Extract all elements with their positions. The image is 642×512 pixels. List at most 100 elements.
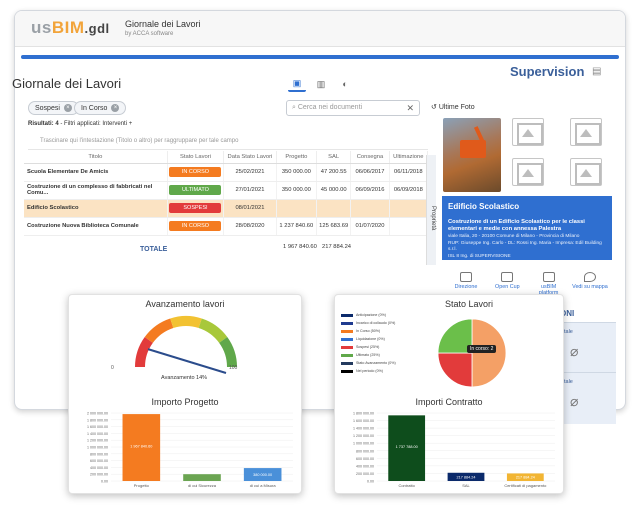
legend-swatch (341, 369, 353, 373)
column-header[interactable]: Stato Lavori (167, 151, 225, 164)
filter-chip-sospesi[interactable]: Sospesi × (28, 101, 79, 115)
y-tick-label: 2 000 000.00 (87, 412, 108, 416)
gauge-band (198, 318, 228, 344)
cup-icon (501, 272, 514, 282)
y-tick-label: 1 400 000.00 (353, 427, 374, 431)
attachment-box[interactable]: tale ⌀ (556, 322, 616, 374)
briefcase-icon (460, 272, 472, 282)
legend-item[interactable]: Ultimato (25%) (341, 351, 405, 359)
calendar-view-icon[interactable]: ▣ (288, 76, 306, 92)
x-tick-label: Certificati di pagamento (504, 483, 547, 488)
legend-label: Anticipazione (0%) (356, 313, 386, 317)
legend-swatch (341, 337, 353, 341)
view-switcher: ▣ ▥ ◐ (288, 76, 354, 92)
works-table: Titolo Stato Lavori Data Stato Lavori Pr… (24, 151, 429, 236)
y-tick-label: 1 200 000.00 (353, 434, 374, 438)
map-view-icon[interactable]: ▥ (312, 76, 330, 92)
table-row[interactable]: Costruzione Nuova Biblioteca Comunale IN… (24, 217, 429, 236)
y-tick-label: 1 200 000.00 (87, 439, 108, 443)
pie-tooltip: In corso: 2 (467, 345, 497, 353)
total-project: 1 967 840.60 (283, 244, 317, 250)
column-header[interactable]: SAL (316, 151, 352, 164)
app-title: Giornale dei Lavori (125, 19, 201, 29)
total-sal: 217 884.24 (322, 244, 352, 250)
gauge-value-label: Avanzamento 14% (161, 375, 207, 381)
chart-view-icon[interactable]: ◐ (336, 76, 354, 92)
card-description: Costruzione di un Edificio Scolastico pe… (448, 219, 585, 232)
action-direzione[interactable]: Direzione (448, 272, 484, 296)
photo-placeholder-icon[interactable] (570, 118, 602, 146)
clear-search-icon[interactable]: ✕ (406, 103, 414, 114)
table-row-selected[interactable]: Edificio Scolastico SOSPESI 08/01/2021 (24, 199, 429, 218)
properties-tab[interactable]: Proprietà (426, 155, 436, 265)
legend-item[interactable]: Anticipazione (0%) (341, 311, 405, 319)
y-tick-label: 1 800 000.00 (353, 412, 374, 416)
map-pin-icon (583, 272, 596, 282)
legend-swatch (341, 353, 353, 357)
bar1-title: Importo Progetto (151, 397, 219, 407)
search-input[interactable]: ⌕ Cerca nei documenti ✕ (286, 100, 420, 116)
accent-bar (21, 55, 619, 59)
status-badge: SOSPESI (169, 203, 222, 213)
gauge-band (144, 318, 174, 344)
pie-chart (437, 318, 507, 388)
y-tick-label: 800 000.00 (356, 449, 374, 453)
progress-panel: Avanzamento lavori 0 100 Avanzamento 14%… (68, 294, 302, 494)
stage: usBIM.gdl Giornale dei Lavori by ACCA so… (0, 0, 642, 512)
table-row[interactable]: Scuola Elementare De Amicis IN CORSO 25/… (24, 163, 429, 182)
legend-item[interactable]: Sospesi (25%) (341, 343, 405, 351)
action-usbim-platform[interactable]: usBIM platform (531, 272, 567, 296)
status-badge: IN CORSO (169, 221, 222, 231)
grid-menu-icon[interactable]: ▤ (592, 66, 601, 77)
bar2-title: Importi Contratto (415, 397, 483, 407)
group-by-bar[interactable]: Trascinare qui l'intestazione (Titolo o … (28, 138, 428, 150)
pie-legend: Anticipazione (0%) Incarico di collaudo (… (341, 311, 405, 375)
legend-item[interactable]: Stato Avanzamento (0%) (341, 359, 405, 367)
bar-data-label: 380 000.00 (253, 473, 272, 477)
column-header[interactable]: Titolo (24, 151, 168, 164)
y-tick-label: 400 000.00 (90, 466, 108, 470)
photo-placeholder-icon[interactable] (512, 118, 544, 146)
y-tick-label: 400 000.00 (356, 464, 374, 468)
bar-data-label: 217 884.24 (456, 475, 475, 479)
legend-swatch (341, 345, 353, 349)
paperclip-icon: ⌀ (570, 343, 579, 359)
legend-item[interactable]: Incarico di collaudo (0%) (341, 319, 405, 327)
y-tick-label: 600 000.00 (90, 459, 108, 463)
legend-item[interactable]: In Corso (50%) (341, 327, 405, 335)
photo-placeholder-icon[interactable] (512, 158, 544, 186)
column-header[interactable]: Progetto (276, 151, 318, 164)
pie-slice-sospesi (437, 352, 473, 388)
action-map[interactable]: Vedi su mappa (572, 272, 608, 296)
y-tick-label: 800 000.00 (90, 452, 108, 456)
project-card[interactable]: Edificio Scolastico Costruzione di un Ed… (442, 196, 612, 260)
chip-remove-icon[interactable]: × (111, 104, 120, 112)
filter-chip-in-corso[interactable]: In Corso × (74, 101, 127, 115)
gauge-band (219, 337, 237, 368)
bar (183, 474, 221, 481)
card-rup: RUP: Giuseppe Ing. Carlo - DL: Rossi Ing… (448, 241, 602, 252)
chip-remove-icon[interactable]: × (63, 104, 72, 112)
x-tick-label: Contratto (398, 483, 415, 488)
page-title: Giornale dei Lavori (12, 76, 122, 91)
table-row[interactable]: Costruzione di un complesso di fabbricat… (24, 181, 429, 200)
y-tick-label: 1 800 000.00 (87, 418, 108, 422)
excavator-shape (460, 140, 486, 158)
attachment-box[interactable]: tale ⌀ (556, 372, 616, 424)
column-header[interactable]: Data Stato Lavori (223, 151, 277, 164)
card-address: viale Italia, 20 - 20100 Comune di Milan… (448, 234, 580, 239)
column-header[interactable]: Ultimazione (389, 151, 429, 164)
photo-placeholder-icon[interactable] (570, 158, 602, 186)
brand-supervision: Supervision (510, 64, 585, 79)
legend-item[interactable]: Liquidazione (0%) (341, 335, 405, 343)
legend-swatch (341, 361, 353, 365)
legend-item[interactable]: Nel periodo (0%) (341, 367, 405, 375)
x-tick-label: di cui a Misura (250, 483, 277, 488)
action-open-cup[interactable]: Open Cup (489, 272, 525, 296)
column-header[interactable]: Consegna (350, 151, 390, 164)
gauge-chart: 0 100 Avanzamento 14% (111, 316, 238, 381)
bar-data-label: 1 737 788.00 (396, 445, 418, 449)
gauge-min-label: 0 (111, 365, 114, 371)
bar-chart-contract: 0.00 200 000.00 400 000.00 600 000.00 800 00… (353, 412, 555, 488)
back-icon[interactable]: ↺ (431, 104, 439, 111)
